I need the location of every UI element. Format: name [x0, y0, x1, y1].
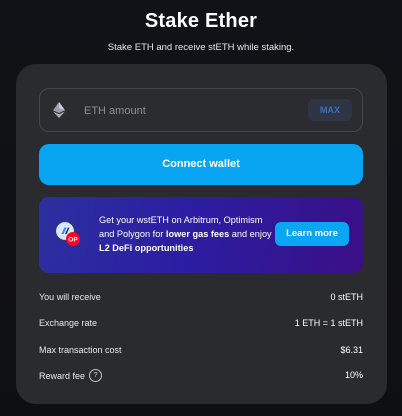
banner-text: Get your wstETH on Arbitrum, Optimism an… — [99, 215, 272, 253]
stat-value: 0 stETH — [330, 292, 363, 302]
op-badge-text: OP — [68, 237, 78, 244]
l2-network-icon: OP — [54, 220, 80, 246]
stat-label: Max transaction cost — [39, 345, 122, 355]
stat-label: You will receive — [39, 292, 101, 302]
page-subtitle: Stake ETH and receive stETH while stakin… — [107, 42, 295, 53]
max-button[interactable]: MAX — [308, 99, 352, 121]
stat-row-exchange-rate: Exchange rate 1 ETH = 1 stETH — [39, 318, 363, 332]
stat-value: 10% — [344, 370, 363, 380]
connect-wallet-button[interactable]: Connect wallet — [39, 144, 363, 185]
learn-more-button[interactable]: Learn more — [275, 222, 349, 246]
stat-row-reward-fee: Reward fee? 10% — [39, 369, 363, 384]
ethereum-icon — [53, 102, 65, 118]
eth-amount-field[interactable]: MAX — [39, 88, 363, 132]
l2-promo-banner: OP Get your wstETH on Arbitrum, Optimism… — [39, 197, 363, 273]
stake-page: Stake Ether Stake ETH and receive stETH … — [0, 0, 402, 416]
stat-value: 1 ETH = 1 stETH — [294, 318, 363, 328]
page-title: Stake Ether — [144, 10, 258, 32]
stat-row-you-will-receive: You will receive 0 stETH — [39, 292, 363, 306]
stat-row-max-transaction-cost: Max transaction cost $6.31 — [39, 345, 363, 359]
stat-value: $6.31 — [340, 345, 363, 355]
reward-fee-label: Reward fee — [39, 370, 86, 381]
stat-label: Reward fee? — [39, 369, 103, 383]
question-icon[interactable]: ? — [89, 369, 103, 382]
stat-label: Exchange rate — [39, 318, 98, 328]
stake-card: MAX Connect wallet OP Get your wstETH on… — [16, 64, 387, 404]
eth-amount-input[interactable] — [82, 100, 306, 122]
